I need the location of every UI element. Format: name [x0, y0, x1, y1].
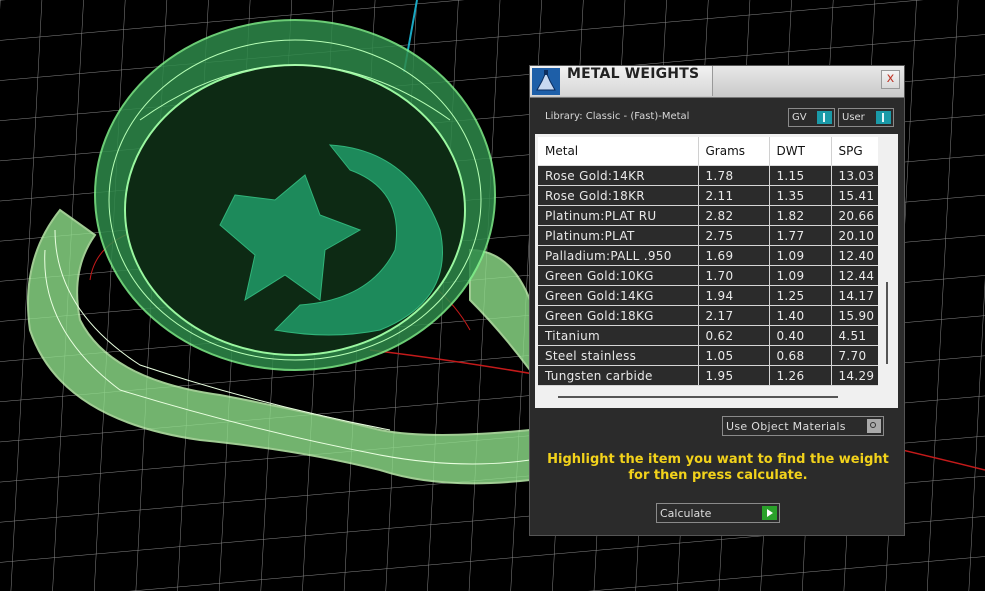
window-title: METAL WEIGHTS [567, 66, 700, 82]
column-header-spg[interactable]: SPG [831, 137, 878, 166]
gv-toggle-label: GV [792, 112, 807, 123]
instruction-text: Highlight the item you want to find the … [540, 452, 896, 484]
cell-grams: 2.17 [698, 305, 770, 326]
cell-grams: 1.05 [698, 345, 770, 366]
table-row[interactable]: Rose Gold:14KR 1.78 1.15 13.03 [538, 165, 878, 186]
cell-spg: 20.10 [831, 225, 878, 246]
cell-dwt: 0.68 [769, 345, 832, 366]
table-row[interactable]: Green Gold:10KG 1.70 1.09 12.44 [538, 265, 878, 286]
user-toggle[interactable]: User [838, 108, 894, 127]
cell-grams: 2.82 [698, 205, 770, 226]
cell-dwt: 1.09 [769, 245, 832, 266]
table-row[interactable]: Palladium:PALL .950 1.69 1.09 12.40 [538, 245, 878, 266]
cell-spg: 12.40 [831, 245, 878, 266]
instruction-line-2: for then press calculate. [628, 468, 808, 483]
metal-weights-icon [532, 68, 560, 95]
radio-icon[interactable] [867, 419, 881, 433]
cell-dwt: 1.35 [769, 185, 832, 206]
cell-metal: Green Gold:14KG [538, 285, 699, 306]
table-row[interactable]: Platinum:PLAT RU 2.82 1.82 20.66 [538, 205, 878, 226]
metal-table-container: Metal Grams DWT SPG Rose Gold:14KR 1.78 1.… [535, 134, 898, 408]
metal-table: Metal Grams DWT SPG Rose Gold:14KR 1.78 1.… [538, 137, 878, 386]
cell-grams: 2.11 [698, 185, 770, 206]
title-tab: METAL WEIGHTS [530, 66, 713, 96]
cell-metal: Tungsten carbide [538, 365, 699, 386]
cell-metal: Platinum:PLAT [538, 225, 699, 246]
cell-dwt: 1.15 [769, 165, 832, 186]
table-row[interactable]: Steel stainless 1.05 0.68 7.70 [538, 345, 878, 366]
table-header-row: Metal Grams DWT SPG [538, 137, 878, 166]
table-row[interactable]: Green Gold:14KG 1.94 1.25 14.17 [538, 285, 878, 306]
cell-metal: Rose Gold:14KR [538, 165, 699, 186]
cell-metal: Green Gold:18KG [538, 305, 699, 326]
toggle-knob-icon [817, 111, 832, 124]
cell-metal: Palladium:PALL .950 [538, 245, 699, 266]
cell-grams: 1.78 [698, 165, 770, 186]
cell-dwt: 1.40 [769, 305, 832, 326]
horizontal-scroll-thumb[interactable] [558, 396, 838, 398]
cell-spg: 20.66 [831, 205, 878, 226]
table-row[interactable]: Tungsten carbide 1.95 1.26 14.29 [538, 365, 878, 386]
cell-dwt: 1.09 [769, 265, 832, 286]
user-toggle-label: User [842, 112, 865, 123]
title-bar[interactable]: METAL WEIGHTS x [530, 66, 904, 98]
cell-metal: Rose Gold:18KR [538, 185, 699, 206]
cell-dwt: 1.82 [769, 205, 832, 226]
cell-grams: 1.70 [698, 265, 770, 286]
metal-weights-panel: METAL WEIGHTS x Library: Classic - (Fast… [529, 65, 905, 536]
cell-metal: Titanium [538, 325, 699, 346]
cell-grams: 1.69 [698, 245, 770, 266]
cell-dwt: 1.77 [769, 225, 832, 246]
use-object-materials-label: Use Object Materials [726, 420, 846, 433]
cell-metal: Platinum:PLAT RU [538, 205, 699, 226]
cell-dwt: 1.26 [769, 365, 832, 386]
cell-metal: Green Gold:10KG [538, 265, 699, 286]
vertical-scroll-thumb[interactable] [886, 282, 888, 364]
instruction-line-1: Highlight the item you want to find the … [547, 452, 889, 467]
cell-spg: 12.44 [831, 265, 878, 286]
table-row[interactable]: Green Gold:18KG 2.17 1.40 15.90 [538, 305, 878, 326]
table-row[interactable]: Platinum:PLAT 2.75 1.77 20.10 [538, 225, 878, 246]
column-header-metal[interactable]: Metal [538, 137, 699, 166]
table-body: Rose Gold:14KR 1.78 1.15 13.03 Rose Gold:18K… [538, 165, 878, 386]
cell-grams: 1.94 [698, 285, 770, 306]
close-icon[interactable]: x [881, 70, 900, 89]
use-object-materials-option[interactable]: Use Object Materials [722, 416, 884, 436]
cell-grams: 0.62 [698, 325, 770, 346]
calculate-button-label: Calculate [660, 507, 712, 520]
cell-spg: 13.03 [831, 165, 878, 186]
play-icon [762, 506, 777, 520]
cell-dwt: 0.40 [769, 325, 832, 346]
cell-spg: 4.51 [831, 325, 878, 346]
toggle-knob-icon [876, 111, 891, 124]
cell-spg: 15.41 [831, 185, 878, 206]
metal-table-viewport[interactable]: Metal Grams DWT SPG Rose Gold:14KR 1.78 1.… [538, 137, 878, 386]
column-header-dwt[interactable]: DWT [769, 137, 832, 166]
column-header-grams[interactable]: Grams [698, 137, 770, 166]
cell-spg: 7.70 [831, 345, 878, 366]
cell-grams: 1.95 [698, 365, 770, 386]
cell-spg: 15.90 [831, 305, 878, 326]
library-label: Library: Classic - (Fast)-Metal [545, 111, 690, 122]
table-row[interactable]: Rose Gold:18KR 2.11 1.35 15.41 [538, 185, 878, 206]
table-row[interactable]: Titanium 0.62 0.40 4.51 [538, 325, 878, 346]
calculate-button[interactable]: Calculate [656, 503, 780, 523]
cell-grams: 2.75 [698, 225, 770, 246]
cell-metal: Steel stainless [538, 345, 699, 366]
cell-spg: 14.29 [831, 365, 878, 386]
cell-dwt: 1.25 [769, 285, 832, 306]
vertical-scrollbar[interactable] [883, 134, 893, 390]
gv-toggle[interactable]: GV [788, 108, 835, 127]
cell-spg: 14.17 [831, 285, 878, 306]
